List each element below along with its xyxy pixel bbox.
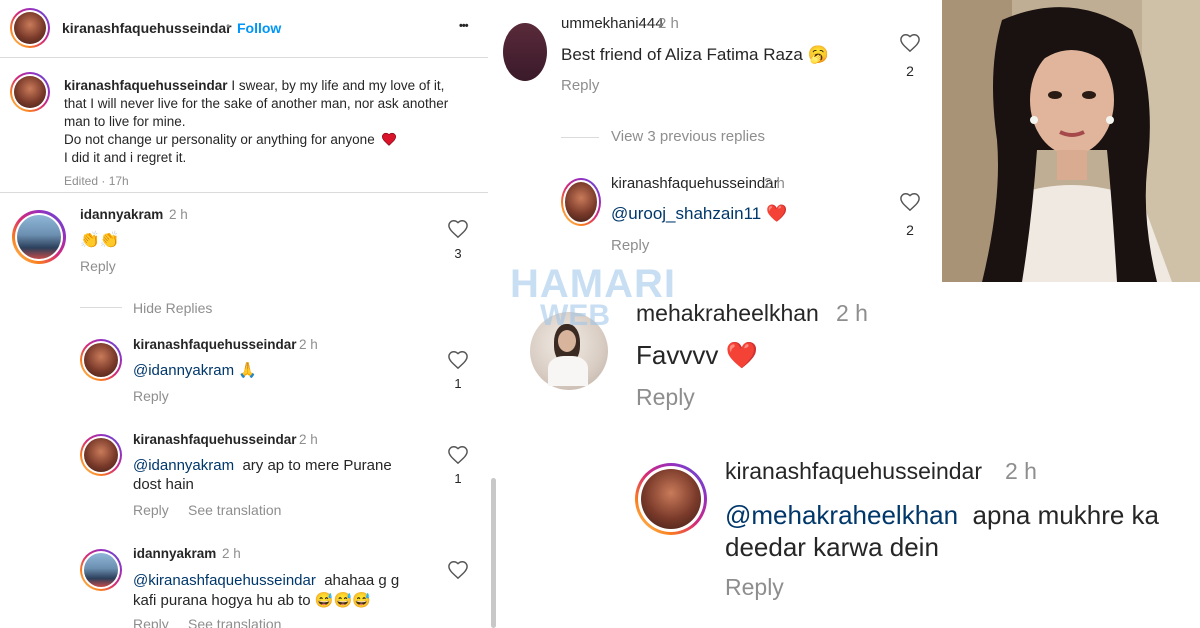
author-username[interactable]: kiranashfaquehusseindar (62, 20, 232, 36)
like-count: 1 (454, 376, 462, 391)
like-count: 2 (906, 222, 914, 238)
celebrity-photo (942, 0, 1200, 282)
reply-avatar[interactable] (80, 549, 122, 591)
like-heart-icon[interactable] (447, 560, 469, 580)
reply-username[interactable]: kiranashfaquehusseindar (611, 175, 779, 192)
reply-username[interactable]: kiranashfaquehusseindar (133, 337, 297, 352)
caption-divider (0, 192, 488, 193)
comments-panel-2: ummekhani444 2 h Best friend of Aliza Fa… (490, 0, 940, 280)
reply-button[interactable]: Reply (611, 237, 649, 254)
separator-dot: • (226, 19, 231, 33)
caption-line-2: that I will never live for the sake of a… (64, 96, 449, 111)
edited-label: Edited · 17h (64, 174, 129, 188)
comment-text: Best friend of Aliza Fatima Raza 🥱 (561, 45, 829, 64)
reply-text: @urooj_shahzain11 ❤️ (611, 204, 788, 223)
reply-username[interactable]: kiranashfaquehusseindar (725, 458, 982, 485)
comment-username[interactable]: ummekhani444 (561, 15, 664, 32)
reply-button[interactable]: Reply (80, 258, 116, 274)
like-heart-icon[interactable] (899, 33, 921, 53)
comment-time: 2 h (658, 15, 679, 32)
reply-time: 2 h (222, 546, 241, 561)
follow-button[interactable]: Follow (237, 20, 281, 36)
reply-text-line-2: dost hain (133, 476, 194, 493)
mention-link[interactable]: @idannyakram (133, 457, 234, 474)
mention-link[interactable]: @mehakraheelkhan (725, 500, 958, 530)
reply-time: 2 h (299, 337, 318, 352)
reply-button[interactable]: Reply (725, 574, 784, 601)
woman-portrait-image (942, 0, 1200, 282)
like-count: 3 (454, 246, 462, 261)
hide-replies-button[interactable]: Hide Replies (133, 300, 212, 316)
reply-text-line-2: kafi purana hogya hu ab to 😅😅😅 (133, 592, 371, 609)
comments-panel-4: mehakraheelkhan 2 h Favvvv ❤️ Reply kira… (496, 282, 1200, 628)
like-heart-icon[interactable] (447, 350, 469, 370)
comment-time: 2 h (169, 207, 188, 222)
reply-button[interactable]: Reply (133, 388, 169, 404)
hide-replies-line (80, 307, 122, 308)
reply-text-line-2: deedar karwa dein (725, 532, 939, 562)
caption-line-4: Do not change ur personality or anything… (64, 132, 397, 147)
reply-text: @mehakraheelkhan apna mukhre ka (725, 500, 1159, 530)
comment-time: 2 h (836, 300, 868, 326)
reply-username[interactable]: idannyakram (133, 546, 216, 561)
see-translation-button[interactable]: See translation (188, 616, 281, 628)
view-previous-line (561, 137, 599, 138)
like-heart-icon[interactable] (447, 219, 469, 239)
comment-avatar[interactable] (12, 210, 66, 264)
reply-avatar[interactable] (80, 434, 122, 476)
see-translation-button[interactable]: See translation (188, 502, 281, 518)
like-heart-icon[interactable] (447, 445, 469, 465)
caption-avatar[interactable] (10, 72, 50, 112)
reply-button[interactable]: Reply (561, 77, 599, 94)
reply-text: @kiranashfaquehusseindar ahahaa g g (133, 572, 400, 589)
caption-username[interactable]: kiranashfaquehusseindar (64, 78, 228, 93)
reply-avatar[interactable] (635, 463, 707, 535)
comment-avatar[interactable] (503, 23, 547, 81)
comment-username[interactable]: idannyakram (80, 207, 163, 222)
mention-link[interactable]: @kiranashfaquehusseindar (133, 572, 316, 589)
comment-text: Favvvv ❤️ (636, 340, 758, 370)
more-options-icon[interactable]: ••• (459, 20, 469, 32)
mention-link[interactable]: @urooj_shahzain11 (611, 204, 761, 223)
comment-text: 👏👏 (80, 232, 120, 249)
reply-button[interactable]: Reply (133, 502, 169, 518)
reply-time: 2 h (764, 175, 785, 192)
caption-line-1: kiranashfaquehusseindar I swear, by my l… (64, 78, 445, 93)
post-panel: kiranashfaquehusseindar • Follow ••• kir… (0, 0, 488, 628)
watermark-logo: HAMARI WEB (510, 262, 676, 333)
reply-avatar[interactable] (561, 178, 601, 226)
header-divider (0, 57, 488, 58)
mention-link[interactable]: @idannyakram (133, 362, 234, 379)
caption-line-5: I did it and i regret it. (64, 150, 187, 165)
like-heart-icon[interactable] (899, 192, 921, 212)
reply-text: @idannyakram 🙏 (133, 362, 257, 379)
reply-button[interactable]: Reply (636, 384, 695, 411)
reply-time: 2 h (1005, 458, 1037, 484)
reply-button[interactable]: Reply (133, 616, 169, 628)
like-count: 2 (906, 63, 914, 79)
reply-avatar[interactable] (80, 339, 122, 381)
view-previous-replies-button[interactable]: View 3 previous replies (611, 128, 765, 145)
author-avatar[interactable] (10, 8, 50, 48)
caption-line-3: man to live for mine. (64, 114, 186, 129)
reply-time: 2 h (299, 432, 318, 447)
like-count: 1 (454, 471, 462, 486)
red-heart-icon (382, 132, 397, 146)
reply-text: @idannyakram ary ap to mere Purane (133, 457, 392, 474)
reply-username[interactable]: kiranashfaquehusseindar (133, 432, 297, 447)
